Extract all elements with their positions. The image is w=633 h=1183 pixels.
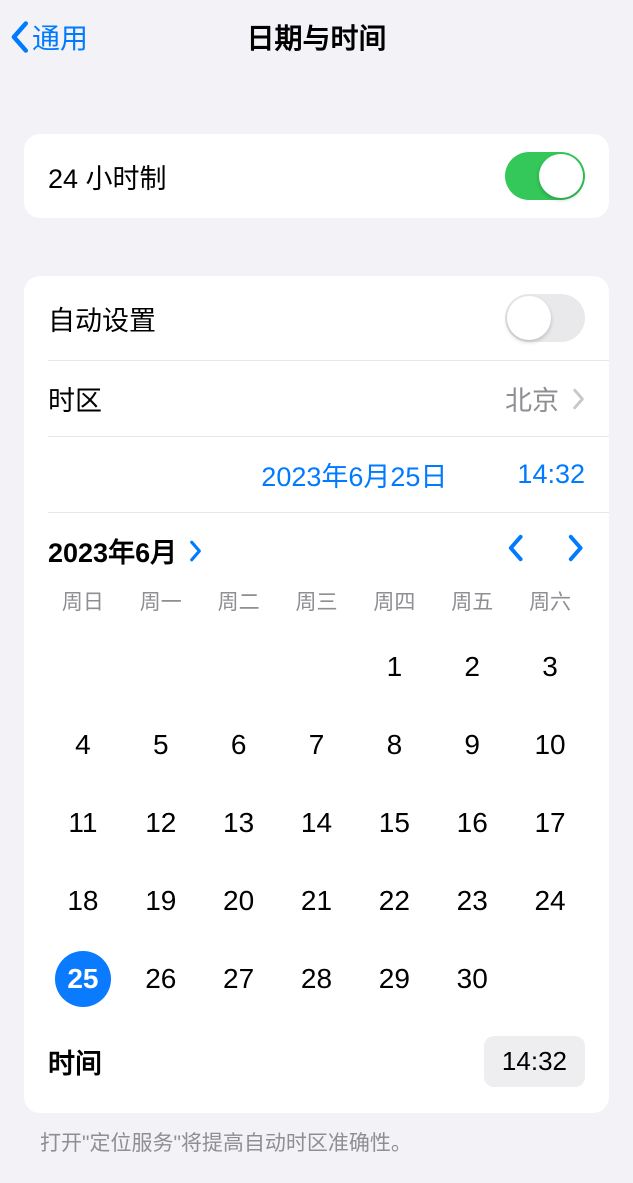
calendar-day[interactable]: 10 bbox=[511, 706, 589, 784]
page-title: 日期与时间 bbox=[246, 17, 386, 57]
calendar-day[interactable]: 29 bbox=[355, 940, 433, 1018]
label-24hour: 24 小时制 bbox=[48, 157, 167, 196]
chevron-left-icon bbox=[505, 534, 525, 562]
calendar-day[interactable]: 14 bbox=[278, 784, 356, 862]
toggle-24hour[interactable] bbox=[505, 152, 585, 200]
calendar-day[interactable]: 18 bbox=[44, 862, 122, 940]
month-picker[interactable]: 2023年6月 bbox=[48, 531, 203, 570]
weekday-label: 周五 bbox=[433, 586, 511, 616]
calendar-day[interactable]: 11 bbox=[44, 784, 122, 862]
label-autoset: 自动设置 bbox=[48, 299, 156, 338]
weekday-label: 周六 bbox=[511, 586, 589, 616]
calendar-day[interactable]: 13 bbox=[200, 784, 278, 862]
calendar-day[interactable]: 16 bbox=[433, 784, 511, 862]
next-month-button[interactable] bbox=[565, 534, 585, 567]
back-button[interactable]: 通用 bbox=[8, 17, 88, 57]
calendar-day[interactable]: 4 bbox=[44, 706, 122, 784]
time-picker[interactable]: 14:32 bbox=[484, 1036, 585, 1087]
back-label: 通用 bbox=[32, 17, 88, 57]
calendar-day[interactable]: 25 bbox=[44, 940, 122, 1018]
calendar-day[interactable]: 27 bbox=[200, 940, 278, 1018]
calendar-day[interactable]: 22 bbox=[355, 862, 433, 940]
calendar-day[interactable]: 8 bbox=[355, 706, 433, 784]
calendar-empty bbox=[200, 628, 278, 706]
calendar-day[interactable]: 1 bbox=[355, 628, 433, 706]
calendar-day[interactable]: 9 bbox=[433, 706, 511, 784]
calendar-day[interactable]: 26 bbox=[122, 940, 200, 1018]
weekday-label: 周三 bbox=[278, 586, 356, 616]
row-autoset: 自动设置 bbox=[24, 276, 609, 360]
row-timezone[interactable]: 时区 北京 bbox=[24, 361, 609, 436]
label-timezone: 时区 bbox=[48, 379, 102, 418]
weekday-label: 周四 bbox=[355, 586, 433, 616]
calendar-day[interactable]: 5 bbox=[122, 706, 200, 784]
calendar-day[interactable]: 21 bbox=[278, 862, 356, 940]
chevron-right-icon bbox=[565, 534, 585, 562]
calendar-day[interactable]: 20 bbox=[200, 862, 278, 940]
selected-time[interactable]: 14:32 bbox=[517, 459, 585, 490]
calendar-day[interactable]: 28 bbox=[278, 940, 356, 1018]
weekday-label: 周日 bbox=[44, 586, 122, 616]
calendar-empty bbox=[278, 628, 356, 706]
calendar-day[interactable]: 30 bbox=[433, 940, 511, 1018]
calendar-day[interactable]: 3 bbox=[511, 628, 589, 706]
month-label: 2023年6月 bbox=[48, 531, 177, 570]
calendar-day[interactable]: 23 bbox=[433, 862, 511, 940]
calendar-day[interactable]: 7 bbox=[278, 706, 356, 784]
row-24hour: 24 小时制 bbox=[24, 134, 609, 218]
calendar-empty bbox=[44, 628, 122, 706]
toggle-autoset[interactable] bbox=[505, 294, 585, 342]
calendar-day[interactable]: 24 bbox=[511, 862, 589, 940]
calendar-day[interactable]: 19 bbox=[122, 862, 200, 940]
weekday-label: 周一 bbox=[122, 586, 200, 616]
chevron-right-icon bbox=[187, 540, 203, 562]
calendar-day[interactable]: 2 bbox=[433, 628, 511, 706]
prev-month-button[interactable] bbox=[505, 534, 525, 567]
calendar-day[interactable]: 6 bbox=[200, 706, 278, 784]
calendar-empty bbox=[122, 628, 200, 706]
calendar-day[interactable]: 15 bbox=[355, 784, 433, 862]
weekday-label: 周二 bbox=[200, 586, 278, 616]
calendar-day[interactable]: 17 bbox=[511, 784, 589, 862]
value-timezone: 北京 bbox=[505, 379, 559, 418]
chevron-left-icon bbox=[8, 20, 30, 54]
selected-date[interactable]: 2023年6月25日 bbox=[261, 455, 447, 494]
footnote: 打开"定位服务"将提高自动时区准确性。 bbox=[40, 1127, 593, 1157]
label-time: 时间 bbox=[48, 1042, 102, 1081]
row-datetime: 2023年6月25日 14:32 bbox=[24, 437, 609, 512]
row-time: 时间 14:32 bbox=[24, 1018, 609, 1113]
calendar-day[interactable]: 12 bbox=[122, 784, 200, 862]
chevron-right-icon bbox=[571, 388, 585, 410]
